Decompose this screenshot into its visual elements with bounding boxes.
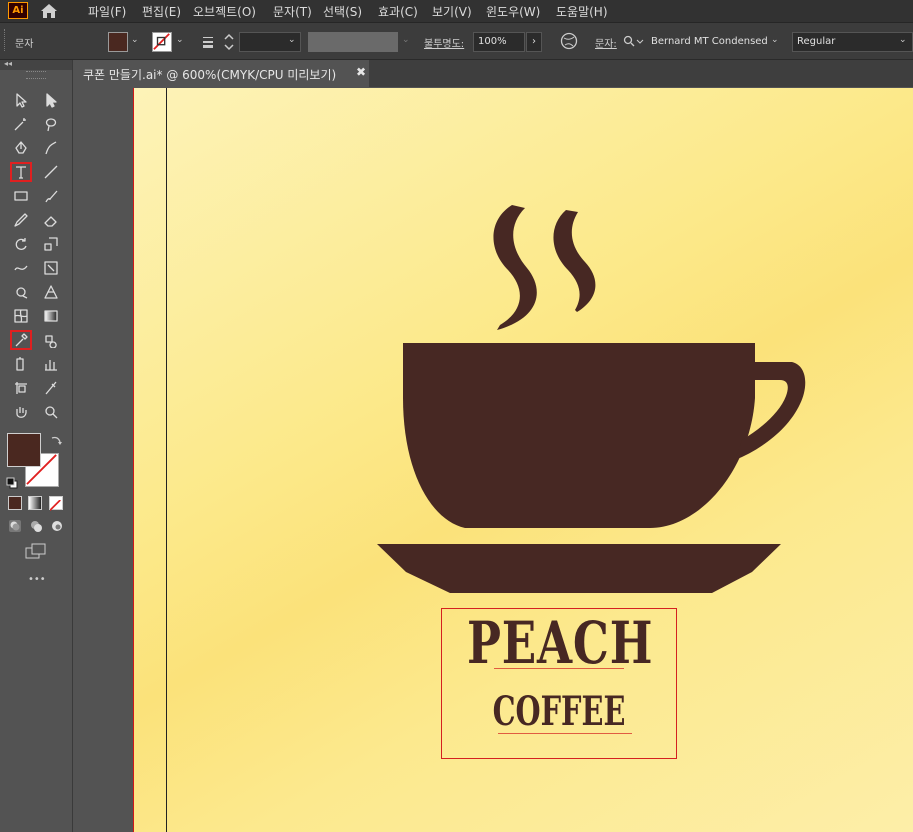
text-baseline <box>498 733 632 734</box>
steam-right <box>553 210 596 312</box>
text-baseline <box>494 668 624 669</box>
cup-body <box>403 343 755 528</box>
coffee-subtitle[interactable]: COFFEE <box>474 684 644 740</box>
saucer <box>377 544 781 593</box>
steam-left <box>493 205 537 330</box>
